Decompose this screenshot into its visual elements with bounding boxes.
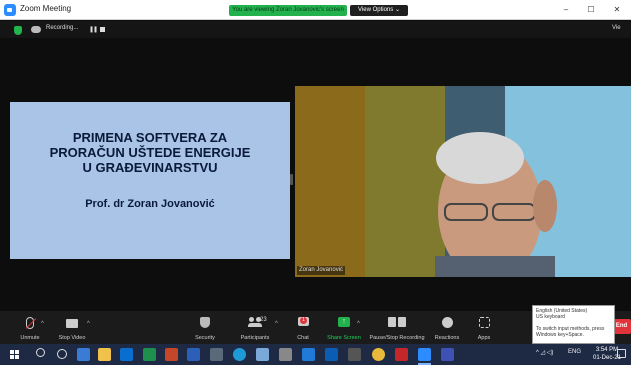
video-camera-icon	[66, 319, 78, 328]
windows-taskbar: ^ ◿ ◁) ENG 3:54 PM 01-Dec-21	[0, 344, 631, 365]
task-view-icon[interactable]	[77, 348, 90, 361]
share-options-chevron-icon[interactable]: ^	[357, 321, 360, 327]
close-button[interactable]: ✕	[606, 2, 628, 17]
pause-stop-recording-button[interactable]: Pause/Stop Recording	[368, 311, 426, 344]
minimize-button[interactable]: –	[555, 2, 577, 17]
chrome-browser-icon[interactable]	[372, 348, 385, 361]
settings-gear-icon[interactable]	[348, 348, 361, 361]
notification-center-icon[interactable]	[617, 349, 626, 358]
reactions-button[interactable]: Reactions	[432, 311, 462, 344]
smiley-icon	[441, 317, 453, 328]
viewing-screen-banner: You are viewing Zoran Jovanovic's screen	[229, 5, 347, 16]
zoom-window: Zoom Meeting You are viewing Zoran Jovan…	[0, 0, 631, 365]
unmute-label: Unmute	[20, 335, 40, 341]
powerpoint-icon[interactable]	[165, 348, 178, 361]
participant-video[interactable]: Zoran Jovanović	[295, 86, 631, 277]
share-screen-label: Share Screen	[327, 335, 361, 341]
input-method-tooltip: English (United States) US keyboard To s…	[532, 305, 615, 344]
language-indicator[interactable]: ENG	[568, 349, 581, 355]
participants-chevron-icon[interactable]: ^	[275, 321, 278, 327]
audio-options-chevron-icon[interactable]: ^	[41, 321, 44, 327]
calculator-icon[interactable]	[279, 348, 292, 361]
apps-label: Apps	[477, 335, 491, 341]
window-title: Zoom Meeting	[20, 4, 72, 13]
pause-recording-icon[interactable]: ❚❚	[89, 26, 98, 33]
file-explorer-icon[interactable]	[98, 348, 111, 361]
share-screen-button[interactable]: ↑ Share Screen	[326, 311, 362, 344]
zoom-taskbar-icon[interactable]	[418, 348, 431, 361]
security-label: Security	[195, 335, 215, 341]
muted-microphone-icon	[26, 317, 34, 329]
ime-hint-line-2: Windows key+Space.	[536, 332, 584, 338]
chat-label: Chat	[297, 335, 309, 341]
participants-button[interactable]: 23 Participants	[236, 311, 274, 344]
calendar-icon[interactable]	[441, 348, 454, 361]
video-options-chevron-icon[interactable]: ^	[87, 321, 90, 327]
participants-label: Participants	[240, 335, 270, 341]
reactions-label: Reactions	[434, 335, 460, 341]
pause-stop-recording-label: Pause/Stop Recording	[369, 335, 425, 341]
recording-bar: Recording... ❚❚ Vie	[0, 21, 631, 38]
app-icon[interactable]	[210, 348, 223, 361]
zoom-logo-icon	[4, 4, 16, 16]
acrobat-icon[interactable]	[395, 348, 408, 361]
search-icon[interactable]	[36, 348, 45, 357]
ime-keyboard: US keyboard	[536, 314, 565, 320]
windows-start-icon[interactable]	[10, 350, 19, 359]
split-divider-handle[interactable]	[290, 174, 293, 185]
view-options-button[interactable]: View Options ⌄	[350, 5, 408, 16]
chat-unread-badge: 1	[300, 317, 307, 324]
edge-browser-icon[interactable]	[233, 348, 246, 361]
view-button[interactable]: Vie	[612, 25, 621, 31]
participants-count: 23	[260, 317, 267, 323]
stop-video-button[interactable]: Stop Video	[55, 311, 89, 344]
excel-icon[interactable]	[143, 348, 156, 361]
cortana-icon[interactable]	[57, 349, 67, 359]
maximize-button[interactable]: ☐	[580, 2, 602, 17]
title-bar: Zoom Meeting You are viewing Zoran Jovan…	[0, 0, 631, 20]
share-screen-icon: ↑	[338, 317, 350, 327]
encryption-shield-icon[interactable]	[14, 26, 22, 35]
app-icon[interactable]	[256, 348, 269, 361]
mail-icon[interactable]	[325, 348, 338, 361]
stop-video-label: Stop Video	[58, 335, 86, 341]
skype-icon[interactable]	[302, 348, 315, 361]
shared-slide: PRIMENA SOFTVERA ZA PRORAČUN UŠTEDE ENER…	[10, 102, 290, 259]
chat-button[interactable]: 1 Chat	[292, 311, 314, 344]
store-icon[interactable]	[120, 348, 133, 361]
speaker-video-image	[295, 86, 631, 277]
word-icon[interactable]	[187, 348, 200, 361]
security-button[interactable]: Security	[190, 311, 220, 344]
slide-title-line: PRIMENA SOFTVERA ZA	[72, 130, 228, 145]
apps-button[interactable]: Apps	[472, 311, 496, 344]
stop-recording-icon[interactable]	[100, 27, 105, 32]
recording-label: Recording...	[46, 25, 79, 31]
pause-stop-icon	[388, 317, 406, 327]
security-shield-icon	[200, 317, 210, 328]
slide-title: PRIMENA SOFTVERA ZA PRORAČUN UŠTEDE ENER…	[10, 130, 290, 175]
cloud-recording-icon	[31, 26, 41, 33]
unmute-button[interactable]: Unmute	[14, 311, 46, 344]
participant-name-tag: Zoran Jovanović	[297, 266, 346, 275]
system-tray-icons[interactable]: ^ ◿ ◁)	[536, 349, 553, 356]
slide-author: Prof. dr Zoran Jovanović	[85, 198, 215, 210]
slide-title-line: U GRAĐEVINARSTVU	[82, 160, 218, 175]
apps-icon	[478, 317, 490, 328]
slide-title-line: PRORAČUN UŠTEDE ENERGIJE	[49, 145, 251, 160]
